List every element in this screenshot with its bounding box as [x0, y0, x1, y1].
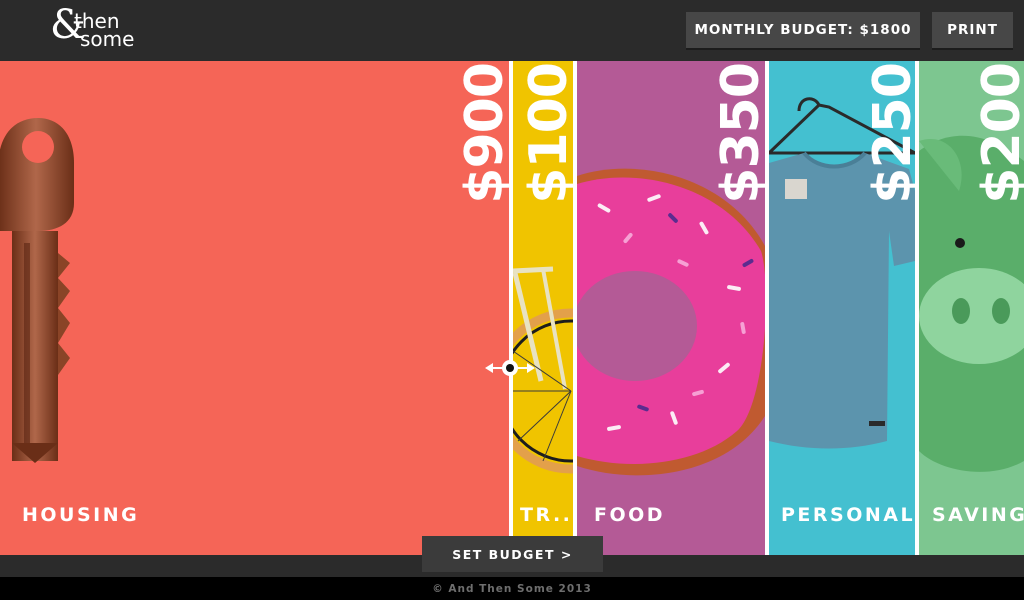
personal-amount: $250	[863, 63, 915, 204]
food-label: FOOD	[594, 504, 666, 526]
food-amount: $350	[711, 63, 765, 204]
resize-handle-icon[interactable]	[483, 357, 537, 379]
set-budget-button[interactable]: SET BUDGET >	[422, 536, 603, 572]
print-button[interactable]: PRINT	[932, 12, 1013, 50]
top-bar: & then some MONTHLY BUDGET: $1800 PRINT	[0, 0, 1024, 61]
panel-personal[interactable]: $250 PERSONAL	[769, 61, 915, 555]
housing-label: HOUSING	[22, 504, 140, 526]
housing-amount: $900	[455, 63, 509, 204]
transport-label: TR..	[520, 504, 573, 526]
panel-food[interactable]: $350 FOOD	[577, 61, 765, 555]
budget-panels: $900 HOUSING $100 TR.. $350 FOOD $250 PE…	[0, 61, 1024, 555]
transport-amount: $100	[519, 63, 573, 204]
panel-transport[interactable]: $100 TR..	[513, 61, 573, 555]
logo[interactable]: & then some	[50, 2, 160, 54]
saving-amount: $200	[972, 63, 1024, 204]
key-icon	[0, 118, 74, 463]
panel-saving[interactable]: $200 SAVING	[919, 61, 1024, 555]
saving-label: SAVING	[932, 504, 1024, 526]
copyright-text: © And Then Some 2013	[432, 583, 592, 595]
donut-icon	[577, 168, 765, 476]
logo-word-some: some	[80, 27, 135, 51]
monthly-budget-button[interactable]: MONTHLY BUDGET: $1800	[686, 12, 920, 50]
panel-housing[interactable]: $900 HOUSING	[0, 61, 509, 555]
personal-label: PERSONAL	[781, 504, 915, 526]
